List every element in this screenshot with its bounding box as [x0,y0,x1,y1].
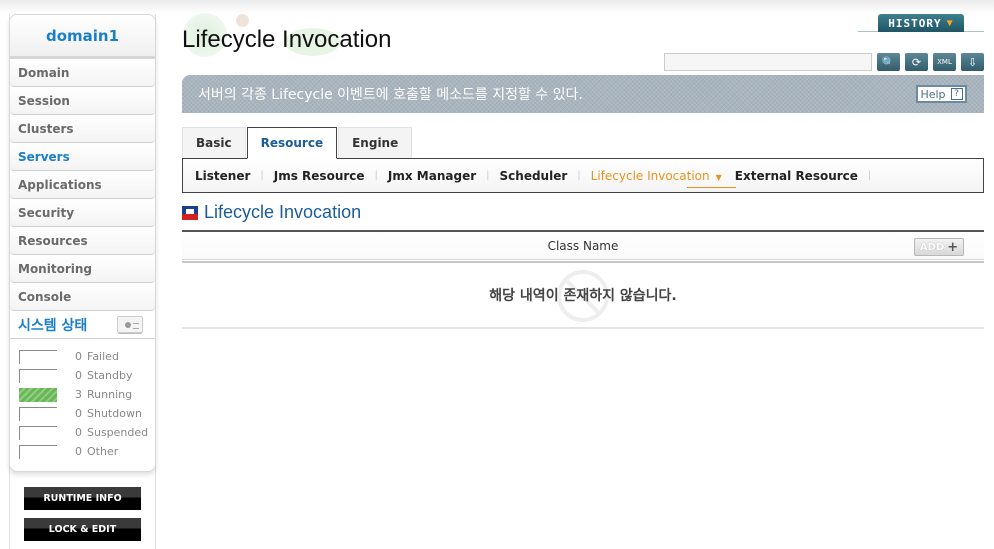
sub-navigation: Listener | Jms Resource | Jmx Manager | … [182,158,984,193]
separator: | [374,170,378,181]
system-status-title: 시스템 상태 [18,317,88,334]
domain-name[interactable]: domain1 [10,15,155,59]
lifecycle-table: Class Name ADD + 해당 내역이 존재하지 않습니다. [182,230,984,329]
status-bar [19,444,57,459]
description-bar: 서버의 각종 Lifecycle 이벤트에 호출할 메소드를 지정할 수 있다.… [182,75,984,113]
status-bar [19,406,57,421]
column-class-name: Class Name [547,238,619,253]
refresh-icon: ⟳ [911,55,922,69]
chevron-down-icon: ▼ [946,17,954,29]
tab-resource[interactable]: Resource [246,127,338,159]
status-count: 3 [75,388,82,401]
search-input[interactable] [664,53,872,71]
status-row-standby: 0 Standby [10,366,155,385]
tab-basic[interactable]: Basic [182,127,246,158]
help-button[interactable]: Help ? [916,85,967,103]
status-label: Other [87,445,119,458]
status-bar [19,387,57,402]
sidebar-item-clusters[interactable]: Clusters [10,115,155,143]
download-button[interactable]: ⇩ [961,53,984,71]
sidebar-item-session[interactable]: Session [10,87,155,115]
top-fade [0,0,994,14]
separator: | [867,170,872,181]
status-label: Shutdown [87,407,142,420]
status-chart-toggle-icon[interactable] [117,316,143,333]
status-row-other: 0 Other [10,442,155,461]
main-tabs: Basic Resource Engine [182,127,413,159]
status-row-suspended: 0 Suspended [10,423,155,442]
sidebar-item-applications[interactable]: Applications [10,171,155,199]
sidebar-item-monitoring[interactable]: Monitoring [10,255,155,283]
separator: | [486,170,490,181]
add-button[interactable]: ADD + [914,238,964,256]
subnav-jms-resource[interactable]: Jms Resource [274,169,365,183]
status-row-running: 3 Running [10,385,155,404]
sidebar-item-domain[interactable]: Domain [10,59,155,87]
empty-message: 해당 내역이 존재하지 않습니다. [489,288,677,304]
separator: | [260,170,264,181]
status-label: Suspended [87,426,149,439]
empty-row: 해당 내역이 존재하지 않습니다. [182,263,984,329]
history-label: HISTORY [888,16,942,30]
table-header: Class Name ADD + [182,230,984,260]
sidebar-item-resources[interactable]: Resources [10,227,155,255]
status-count: 0 [75,369,82,382]
subnav-scheduler[interactable]: Scheduler [500,169,568,183]
separator: | [577,170,581,181]
status-bar [19,425,57,440]
xml-export-button[interactable]: XML [933,53,956,71]
document-download-icon: ⇩ [967,55,978,69]
caret-down-icon: ▼ [715,172,722,182]
runtime-info-button[interactable]: RUNTIME INFO [24,487,141,510]
status-row-failed: 0 Failed [10,347,155,366]
status-count: 0 [75,445,82,458]
sidebar-item-console[interactable]: Console [10,283,155,311]
history-button[interactable]: HISTORY ▼ [878,14,964,32]
status-label: Standby [87,369,133,382]
subnav-listener[interactable]: Listener [195,169,250,183]
status-bar [19,368,57,383]
status-label: Failed [87,350,119,363]
page-title: Lifecycle Invocation [182,26,392,53]
subnav-lifecycle-invocation[interactable]: Lifecycle Invocation ▼ [590,168,736,188]
sidebar-panel: domain1 Domain Session Clusters Servers … [9,14,156,472]
question-icon: ? [950,88,963,100]
status-row-shutdown: 0 Shutdown [10,404,155,423]
system-status-header: 시스템 상태 [10,311,155,339]
plus-icon: + [947,239,959,255]
tab-engine[interactable]: Engine [338,127,413,158]
help-label: Help [920,87,946,101]
sidebar-item-security[interactable]: Security [10,199,155,227]
status-label: Running [87,388,133,401]
status-bar [19,349,57,364]
status-count: 0 [75,350,82,363]
subnav-jmx-manager[interactable]: Jmx Manager [388,169,476,183]
add-label: ADD [919,241,945,253]
search-button[interactable]: 🔍 [877,53,900,71]
search-icon: 🔍 [881,55,896,69]
status-count: 0 [75,426,82,439]
page-description: 서버의 각종 Lifecycle 이벤트에 호출할 메소드를 지정할 수 있다. [198,87,583,103]
refresh-button[interactable]: ⟳ [905,53,928,71]
subnav-external-resource[interactable]: External Resource [735,169,858,183]
sidebar-item-servers[interactable]: Servers [10,143,155,171]
system-status-list: 0 Failed 0 Standby 3 Running 0 Shutdown … [10,339,155,461]
status-count: 0 [75,407,82,420]
section-header: Lifecycle Invocation [182,202,361,223]
xml-upload-icon: XML [937,58,952,66]
lock-edit-button[interactable]: LOCK & EDIT [24,518,141,541]
history-area: HISTORY ▼ [858,14,984,32]
section-flag-icon [182,205,198,220]
subnav-label: Lifecycle Invocation [590,168,710,183]
section-title: Lifecycle Invocation [204,202,362,222]
